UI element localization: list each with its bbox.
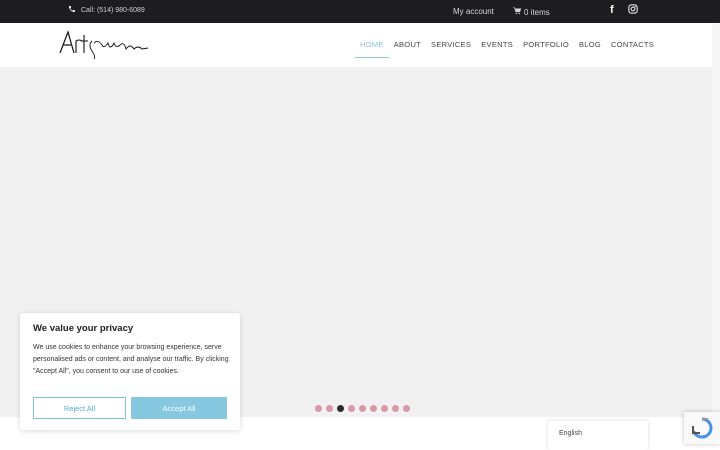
slider-dot[interactable]: [403, 405, 410, 412]
facebook-icon[interactable]: f: [610, 4, 614, 16]
cart-link[interactable]: 0 items: [513, 7, 550, 17]
cookie-title: We value your privacy: [33, 323, 134, 334]
slider-dot[interactable]: [392, 405, 399, 412]
nav-item-portfolio[interactable]: PORTFOLIO: [518, 41, 574, 57]
slider-dot[interactable]: [315, 405, 322, 412]
recaptcha-icon: [684, 417, 720, 448]
main-nav: HOME ABOUT SERVICES EVENTS PORTFOLIO BLO…: [355, 41, 659, 58]
nav-item-events[interactable]: EVENTS: [476, 41, 518, 57]
cookie-consent-panel: We value your privacy We use cookies to …: [20, 313, 240, 430]
nav-item-contacts[interactable]: CONTACTS: [606, 41, 659, 57]
site-header: HOME ABOUT SERVICES EVENTS PORTFOLIO BLO…: [0, 23, 712, 68]
slider-dot[interactable]: [348, 405, 355, 412]
slider-dot[interactable]: [359, 405, 366, 412]
my-account-link[interactable]: My account: [453, 7, 494, 16]
recaptcha-badge[interactable]: [684, 412, 720, 444]
instagram-icon[interactable]: [628, 4, 638, 16]
reject-all-button[interactable]: Reject All: [33, 397, 126, 419]
site-logo[interactable]: [58, 29, 150, 61]
slider-dot[interactable]: [337, 405, 344, 412]
top-bar: Call: (514) 980-6089 My account 0 items …: [0, 0, 720, 23]
nav-item-home[interactable]: HOME: [355, 41, 389, 58]
cart-count: 0 items: [524, 7, 550, 17]
slider-dot[interactable]: [326, 405, 333, 412]
phone-contact[interactable]: Call: (514) 980-6089: [68, 5, 145, 15]
slider-dot[interactable]: [381, 405, 388, 412]
slider-dot[interactable]: [370, 405, 377, 412]
nav-item-blog[interactable]: BLOG: [574, 41, 606, 57]
accept-all-button[interactable]: Accept All: [131, 397, 227, 419]
cart-icon: [513, 7, 522, 17]
nav-item-services[interactable]: SERVICES: [426, 41, 476, 57]
slider-pagination: [315, 405, 410, 412]
nav-item-about[interactable]: ABOUT: [389, 41, 426, 57]
phone-icon: [68, 5, 76, 15]
cookie-text: We use cookies to enhance your browsing …: [33, 344, 229, 375]
phone-number: Call: (514) 980-6089: [81, 6, 145, 14]
language-switcher[interactable]: English: [548, 421, 648, 450]
page-scrollbar[interactable]: [712, 23, 720, 417]
